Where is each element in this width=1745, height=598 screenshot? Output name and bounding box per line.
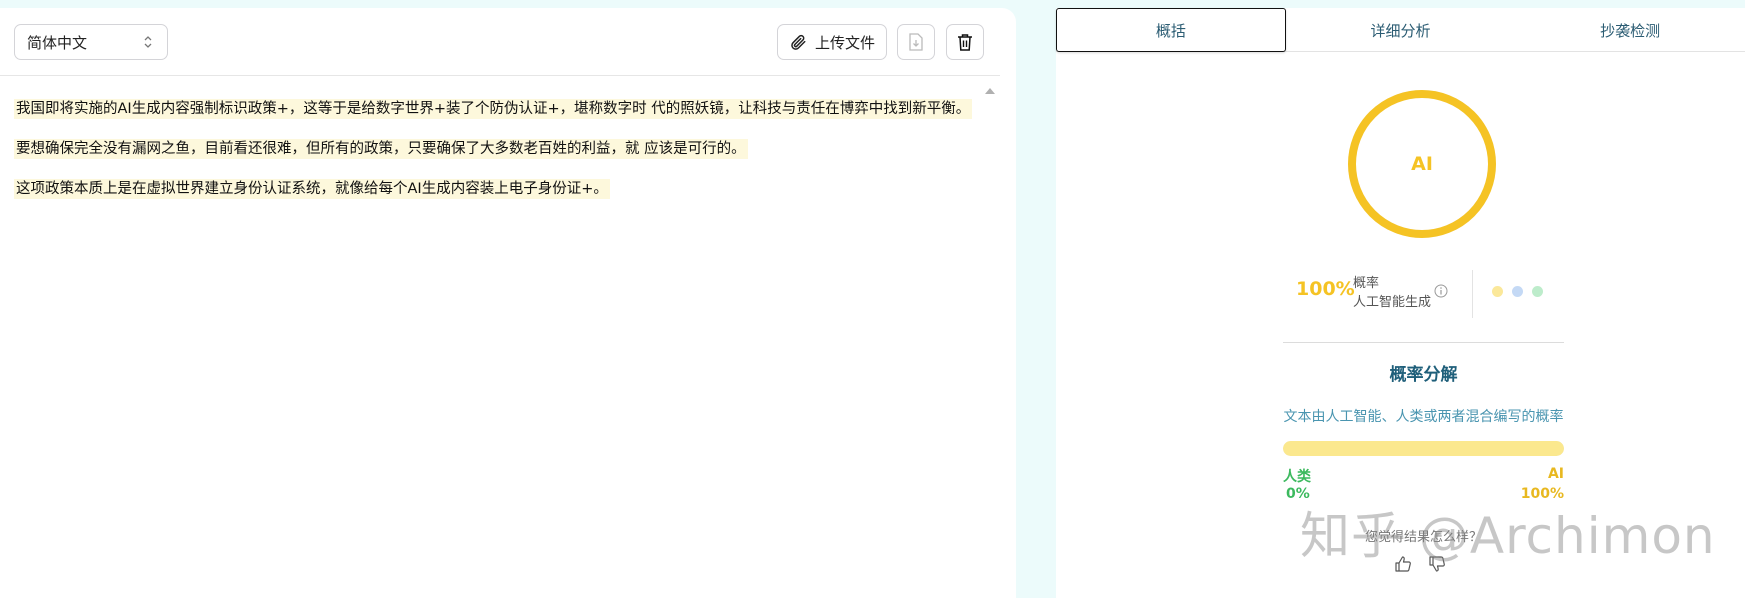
text-input-area[interactable]: 我国即将实施的AI生成内容强制标识政策+，这等于是给数字世界+装了个防伪认证+，…: [0, 77, 1000, 598]
editor-panel: 简体中文 上传文件 我国即将实施的AI生成内容强制标识政策+，这等于是给数字世界…: [0, 8, 1016, 598]
probability-label: 概率: [1353, 276, 1380, 291]
result-panel: 概括 详细分析 抄袭检测 AI 100% 概率 人工智能生成 概率分解 文本由人…: [1056, 8, 1745, 598]
thumbs-down-icon[interactable]: [1428, 555, 1446, 573]
highlighted-text: 这项政策本质上是在虚拟世界建立身份认证系统，就像给每个AI生成内容装上电子身份证…: [14, 179, 610, 199]
probability-stat: 100% 概率 人工智能生成: [1296, 264, 1556, 318]
info-icon[interactable]: [1434, 284, 1448, 298]
result-tabs: 概括 详细分析 抄袭检测: [1056, 8, 1745, 52]
legend-dot-ai: [1492, 286, 1503, 297]
ai-percentage: 100%: [1520, 486, 1564, 502]
delete-button[interactable]: [946, 24, 984, 60]
trash-icon: [958, 34, 972, 51]
scroll-up-arrow-icon[interactable]: [985, 88, 995, 94]
human-label: 人类: [1283, 469, 1311, 485]
probability-bar-fill: [1283, 441, 1564, 456]
classification-label: 人工智能生成: [1353, 295, 1432, 310]
ai-label: AI: [1547, 466, 1564, 482]
legend-dot-human: [1532, 286, 1543, 297]
tab-detailed-analysis[interactable]: 详细分析: [1286, 8, 1516, 52]
probability-value: 100%: [1296, 278, 1355, 300]
language-select[interactable]: 简体中文: [14, 24, 168, 60]
thumbs-up-icon[interactable]: [1394, 555, 1412, 573]
paragraph: 这项政策本质上是在虚拟世界建立身份认证系统，就像给每个AI生成内容装上电子身份证…: [14, 179, 986, 199]
probability-caption: 概率 人工智能生成: [1353, 274, 1431, 312]
file-download-icon: [909, 33, 923, 51]
language-select-value: 简体中文: [27, 33, 88, 52]
section-divider: [1283, 342, 1564, 343]
feedback-prompt: 您觉得结果怎么样？: [1364, 530, 1482, 545]
upload-file-button[interactable]: 上传文件: [777, 24, 887, 60]
tab-summary[interactable]: 概括: [1056, 8, 1286, 52]
highlighted-text: 我国即将实施的AI生成内容强制标识政策+，这等于是给数字世界+装了个防伪认证+，…: [14, 99, 973, 119]
breakdown-subtitle: 文本由人工智能、人类或两者混合编写的概率: [1283, 409, 1564, 425]
probability-bar: [1283, 441, 1564, 456]
paragraph: 要想确保完全没有漏网之鱼，目前看还很难，但所有的政策，只要确保了大多数老百姓的利…: [14, 139, 986, 159]
donut-center-label: AI: [1411, 153, 1433, 175]
human-percentage: 0%: [1286, 486, 1310, 502]
download-file-button[interactable]: [897, 24, 935, 60]
paragraph: 我国即将实施的AI生成内容强制标识政策+，这等于是给数字世界+装了个防伪认证+，…: [14, 99, 986, 119]
chevron-updown-icon: [144, 36, 152, 48]
divider: [1472, 270, 1473, 318]
editor-toolbar: 简体中文 上传文件: [0, 8, 1000, 76]
tab-plagiarism-check[interactable]: 抄袭检测: [1515, 8, 1745, 52]
highlighted-text: 要想确保完全没有漏网之鱼，目前看还很难，但所有的政策，只要确保了大多数老百姓的利…: [14, 139, 748, 159]
app-root: 简体中文 上传文件 我国即将实施的AI生成内容强制标识政策+，这等于是给数字世界…: [0, 0, 1745, 598]
paperclip-icon: [791, 34, 806, 50]
breakdown-title: 概率分解: [1389, 365, 1458, 385]
legend-dot-mixed: [1512, 286, 1523, 297]
upload-file-label: 上传文件: [814, 33, 875, 52]
